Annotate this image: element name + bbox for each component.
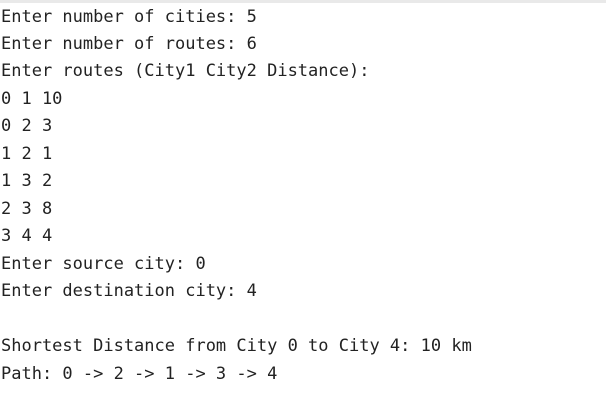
console-output[interactable]: Enter number of cities: 5 Enter number o… bbox=[0, 3, 606, 412]
console-line: Path: 0 -> 2 -> 1 -> 3 -> 4 bbox=[1, 364, 278, 384]
console-line: 0 1 10 bbox=[1, 89, 63, 109]
console-line: 3 4 4 bbox=[1, 226, 53, 246]
console-line: Enter destination city: 4 bbox=[1, 281, 257, 301]
console-line: Enter number of cities: 5 bbox=[1, 7, 257, 27]
console-line: Enter routes (City1 City2 Distance): bbox=[1, 61, 370, 81]
console-line: 1 3 2 bbox=[1, 171, 53, 191]
console-line: 0 2 3 bbox=[1, 116, 53, 136]
console-line: Enter number of routes: 6 bbox=[1, 34, 257, 54]
console-window: { "console": { "lines": [ "Enter number … bbox=[0, 0, 606, 412]
console-line: Shortest Distance from City 0 to City 4:… bbox=[1, 336, 472, 356]
console-line: 1 2 1 bbox=[1, 144, 53, 164]
console-line: 2 3 8 bbox=[1, 199, 53, 219]
console-line: Enter source city: 0 bbox=[1, 254, 206, 274]
